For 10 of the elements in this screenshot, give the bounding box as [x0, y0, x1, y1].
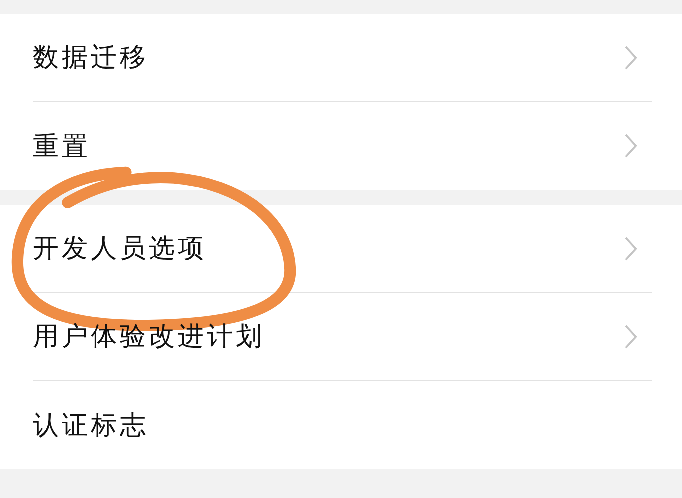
settings-item[interactable]: 数据迁移 [33, 14, 652, 102]
item-label: 数据迁移 [33, 42, 149, 75]
item-label: 认证标志 [33, 410, 149, 442]
settings-item[interactable]: 重置 [33, 102, 652, 190]
item-label: 用户体验改进计划 [33, 321, 265, 354]
item-label: 重置 [33, 130, 91, 164]
settings-item[interactable]: 认证标志 [33, 381, 652, 469]
settings-item[interactable]: 用户体验改进计划 [33, 293, 652, 381]
item-label: 开发人员选项 [33, 233, 207, 266]
settings-item[interactable]: 开发人员选项 [33, 205, 652, 293]
